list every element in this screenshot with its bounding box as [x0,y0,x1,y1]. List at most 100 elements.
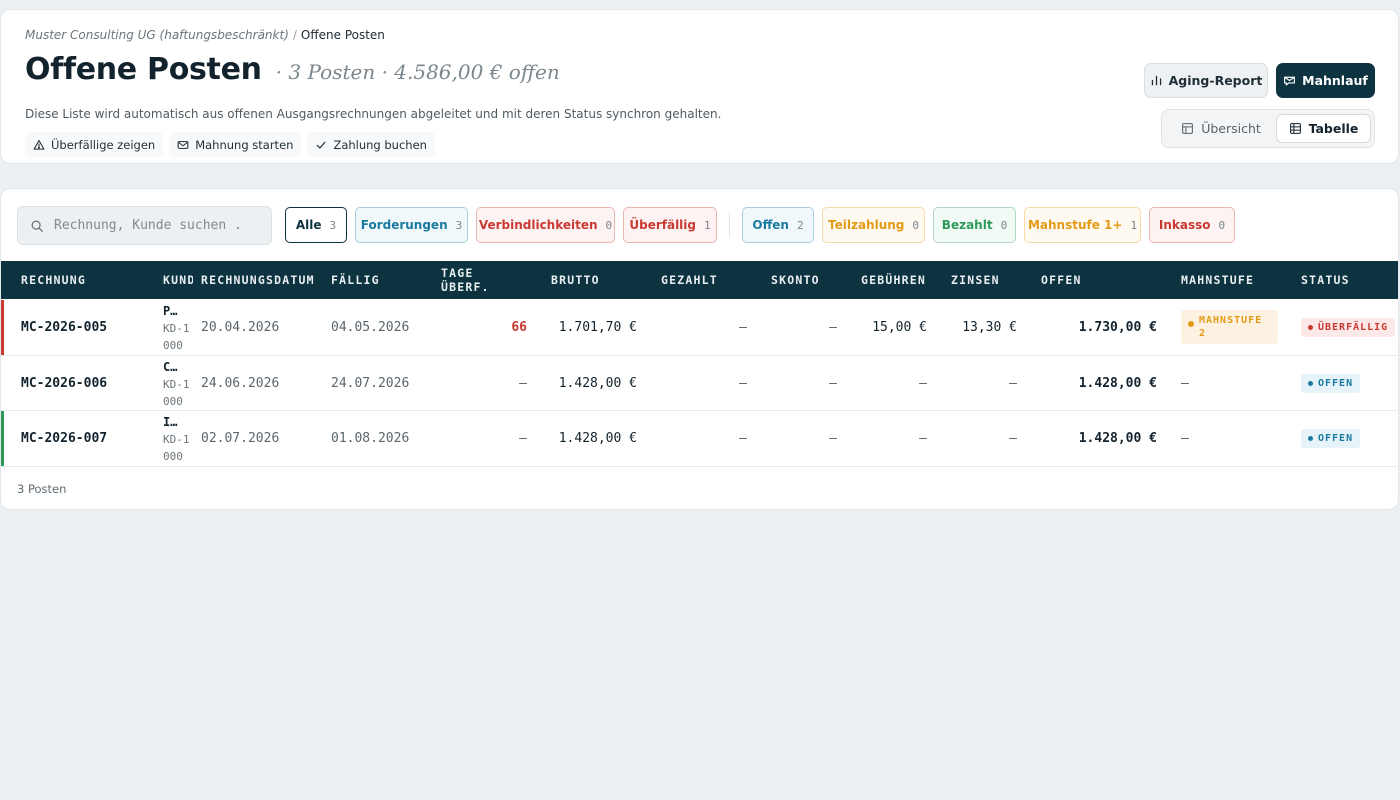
column-header-status[interactable]: STATUS [1301,261,1350,299]
cell-rechnung[interactable]: MC-2026-006 [21,356,107,410]
cell-rechnung[interactable]: MC-2026-005 [21,300,107,355]
status-label: OFFEN [1318,378,1354,389]
cell-kunde: C… KD-1000 [163,359,191,410]
cell-gezahlt: – [739,431,747,446]
column-header-gebuehren[interactable]: GEBÜHREN [861,261,926,299]
cell-gezahlt: – [739,320,747,335]
status-badge: OFFEN [1301,374,1361,393]
filter-chip-inkasso[interactable]: Inkasso 0 [1149,207,1235,243]
cell-zinsen: 13,30 € [962,320,1017,335]
view-table-tab[interactable]: Tabelle [1276,114,1371,143]
cell-mahnstufe: – [1181,375,1189,391]
status-badge: OFFEN [1301,429,1361,448]
cell-gezahlt: – [739,375,747,391]
filter-chip-label: Verbindlichkeiten [478,218,598,232]
cell-kunde: P… KD-1000 [163,303,191,354]
cell-mahnstufe: – [1181,431,1189,446]
filter-chip-count: 0 [1000,218,1008,232]
send-mail-icon [1284,76,1296,86]
column-header-mahnstufe[interactable]: MAHNSTUFE [1181,261,1254,299]
cell-brutto: 1.428,00 € [558,375,637,391]
customer-name: P… [163,304,178,318]
view-overview-tab[interactable]: Übersicht [1168,114,1274,143]
column-header-gezahlt[interactable]: GEZAHLT [661,261,718,299]
start-dunning-label: Mahnung starten [195,137,294,152]
row-accent [1,300,4,355]
filter-chip-label: Bezahlt [941,218,993,232]
column-header-tage-ueberfaellig[interactable]: TAGE ÜBERF. [441,261,511,299]
search-icon [31,220,43,232]
filter-chip-ueberfaellig[interactable]: Überfällig 1 [623,207,717,243]
aging-report-label: Aging-Report [1168,73,1263,88]
mahnlauf-button[interactable]: Mahnlauf [1276,63,1375,98]
column-header-rechnungsdatum[interactable]: RECHNUNGSDATUM [201,261,315,299]
item-count: 3 Posten [17,482,67,496]
filter-chip-teilzahlung[interactable]: Teilzahlung 0 [822,207,925,243]
page-title: Offene Posten [25,52,262,87]
column-header-brutto[interactable]: BRUTTO [551,261,600,299]
filter-chip-count: 0 [605,218,613,232]
cell-brutto: 1.701,70 € [558,320,637,335]
breadcrumb-current: Offene Posten [300,28,385,42]
search-input[interactable] [54,218,244,233]
filter-chip-verbindlichkeiten[interactable]: Verbindlichkeiten 0 [476,207,615,243]
cell-skonto: – [829,320,837,335]
book-payment-button[interactable]: Zahlung buchen [307,132,435,157]
filter-chip-label: Teilzahlung [828,218,905,232]
cell-rechnung[interactable]: MC-2026-007 [21,411,107,466]
customer-number: KD-1000 [163,433,190,463]
cell-rechnungsdatum: 24.06.2026 [201,375,280,391]
mahnstufe-label: MAHNSTUFE 2 [1199,315,1263,339]
column-header-zinsen[interactable]: ZINSEN [951,261,1000,299]
filter-chip-count: 1 [1130,218,1138,232]
filter-chip-forderungen[interactable]: Forderungen 3 [355,207,468,243]
filter-chip-count: 2 [796,218,804,232]
row-accent [1,411,4,466]
page-summary: · 3 Posten · 4.586,00 € offen [275,60,560,84]
table-row[interactable]: MC-2026-005 P… KD-1000 20.04.2026 04.05.… [1,300,1398,356]
cell-gebuehren: – [919,375,927,391]
cell-skonto: – [829,375,837,391]
cell-zinsen: – [1009,431,1017,446]
open-items-panel: Alle 3 Forderungen 3 Verbindlichkeiten 0 Üb… [0,188,1399,510]
filter-chip-offen[interactable]: Offen 2 [742,207,814,243]
table-row[interactable]: MC-2026-007 I… KD-1000 02.07.2026 01.08.… [1,411,1398,467]
cell-brutto: 1.428,00 € [558,431,637,446]
show-overdue-button[interactable]: Überfällige zeigen [25,132,164,157]
aging-report-button[interactable]: Aging-Report [1144,63,1268,98]
filter-chip-bezahlt[interactable]: Bezahlt 0 [933,207,1016,243]
search-box [17,206,272,245]
cell-offen: 1.428,00 € [1078,431,1157,446]
filter-chip-label: Überfällig [629,218,696,232]
column-header-skonto[interactable]: SKONTO [771,261,820,299]
filter-chip-label: Forderungen [360,218,448,232]
cell-faellig: 04.05.2026 [331,320,410,335]
cell-gebuehren: – [919,431,927,446]
cell-faellig: 24.07.2026 [331,375,410,391]
filter-chip-label: Alle [295,218,322,232]
filter-chip-count: 3 [455,218,463,232]
table-row[interactable]: MC-2026-006 C… KD-1000 24.06.2026 24.07.… [1,356,1398,411]
column-header-kunde[interactable]: KUNDE [163,261,193,299]
view-table-label: Tabelle [1308,121,1359,136]
filter-chip-alle[interactable]: Alle 3 [285,207,347,243]
status-label: ÜBERFÄLLIG [1318,322,1389,333]
quick-actions: Überfällige zeigen Mahnung starten Zahlu… [25,132,435,157]
filter-chip-mahnstufe[interactable]: Mahnstufe 1+ 1 [1024,207,1141,243]
breadcrumb-company[interactable]: Muster Consulting UG (haftungsbeschränkt… [25,28,289,42]
start-dunning-button[interactable]: Mahnung starten [169,132,302,157]
breadcrumb: Muster Consulting UG (haftungsbeschränkt… [25,28,385,42]
cell-tage-ueberfaellig: 66 [511,320,527,335]
column-header-faellig[interactable]: FÄLLIG [331,261,380,299]
column-header-rechnung[interactable]: RECHNUNG [21,261,86,299]
filter-chip-count: 0 [1218,218,1226,232]
filter-chip-count: 3 [329,218,337,232]
customer-name: I… [163,415,178,429]
customer-number: KD-1000 [163,322,190,352]
cell-offen: 1.730,00 € [1078,320,1157,335]
filter-chip-label: Offen [752,218,789,232]
cell-kunde: I… KD-1000 [163,414,191,465]
cell-tage-ueberfaellig: – [519,431,527,446]
column-header-offen[interactable]: OFFEN [1041,261,1082,299]
status-dot [1308,436,1313,441]
